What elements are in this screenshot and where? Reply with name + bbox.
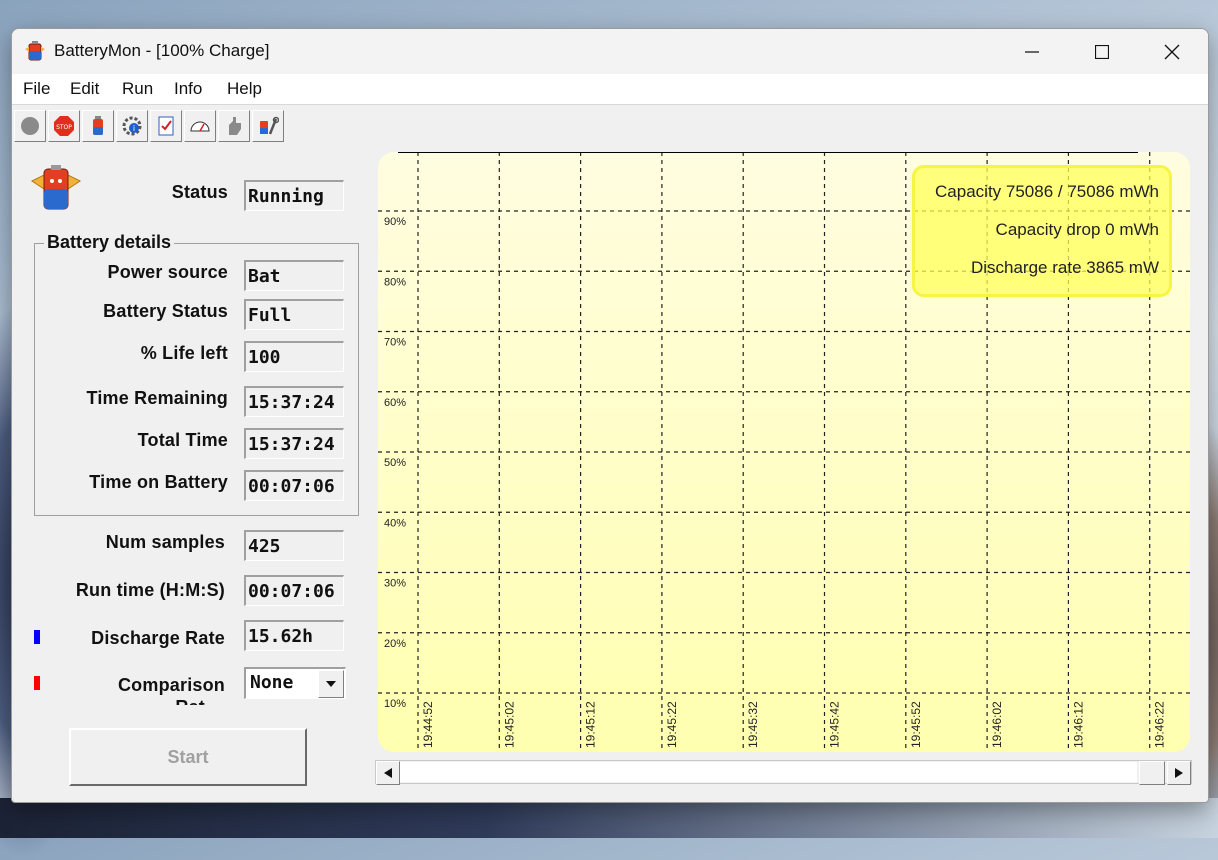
maximize-icon xyxy=(1095,44,1109,59)
menu-run[interactable]: Run xyxy=(122,79,153,99)
stop-circle-icon xyxy=(21,117,39,135)
status-value: Running xyxy=(244,180,344,211)
toolbar-checklist-button[interactable] xyxy=(150,110,182,142)
x-tick-label: 19:45:42 xyxy=(828,701,842,748)
chevron-down-icon xyxy=(326,681,336,687)
toolbar-stop-circle-button[interactable] xyxy=(14,110,46,142)
run-time-label: Run time (H:M:S) xyxy=(75,580,225,600)
x-tick-label: 19:46:12 xyxy=(1071,701,1085,748)
time-on-battery-label: Time on Battery xyxy=(89,472,228,492)
title-bar[interactable]: BatteryMon - [100% Charge] xyxy=(12,29,1208,74)
y-tick-label: 50% xyxy=(384,457,406,469)
y-tick-label: 10% xyxy=(384,698,406,710)
battery-logo-icon xyxy=(28,163,84,218)
num-samples-label: Num samples xyxy=(105,532,225,552)
x-tick-label: 19:44:52 xyxy=(421,701,435,748)
window-title: BatteryMon - [100% Charge] xyxy=(54,41,270,60)
battery-details-title: Battery details xyxy=(44,232,175,253)
toolbar: STOP i xyxy=(12,108,1208,142)
discharge-rate-legend: Discharge rate 3865 mW xyxy=(970,258,1159,277)
y-tick-label: 90% xyxy=(384,216,406,228)
menu-edit[interactable]: Edit xyxy=(70,79,99,99)
x-tick-label: 19:45:52 xyxy=(909,701,923,748)
menu-help[interactable]: Help xyxy=(227,79,262,99)
discharge-rate-label: Discharge Rate xyxy=(91,628,225,648)
x-tick-label: 19:45:12 xyxy=(584,701,598,748)
toolbar-hand-button[interactable] xyxy=(218,110,250,142)
desktop-wallpaper-bottom xyxy=(0,798,1218,838)
y-tick-label: 30% xyxy=(384,578,406,590)
y-tick-label: 60% xyxy=(384,397,406,409)
minimize-icon xyxy=(1025,50,1039,53)
run-time-value: 00:07:06 xyxy=(244,575,344,606)
batterymon-window: BatteryMon - [100% Charge] File Edit Run… xyxy=(11,28,1209,803)
power-source-label: Power source xyxy=(107,262,228,282)
life-left-value: 100 xyxy=(244,341,344,372)
status-label: Status xyxy=(171,182,228,202)
menu-file[interactable]: File xyxy=(23,79,50,99)
svg-text:STOP: STOP xyxy=(56,124,72,131)
scroll-left-button[interactable] xyxy=(376,761,400,785)
minimize-button[interactable] xyxy=(997,29,1067,74)
capacity-legend: Capacity 75086 / 75086 mWh xyxy=(935,182,1159,201)
time-remaining-value: 15:37:24 xyxy=(244,386,344,417)
toolbar-battery-button[interactable] xyxy=(82,110,114,142)
num-samples-value: 425 xyxy=(244,530,344,561)
checklist-icon xyxy=(158,116,174,136)
arrow-left-icon xyxy=(384,768,392,778)
comparison-label: Comparison xyxy=(117,675,225,695)
dropdown-arrow-button[interactable] xyxy=(318,670,344,698)
x-tick-label: 19:46:02 xyxy=(990,701,1004,748)
toolbar-gauge-button[interactable] xyxy=(184,110,216,142)
x-tick-label: 19:45:22 xyxy=(665,701,679,748)
battery-status-label: Battery Status xyxy=(103,301,228,321)
x-tick-label: 19:45:02 xyxy=(502,701,516,748)
time-on-battery-value: 00:07:06 xyxy=(244,470,344,501)
maximize-button[interactable] xyxy=(1067,29,1137,74)
scroll-track[interactable] xyxy=(400,762,1137,782)
battery-app-icon xyxy=(24,40,46,62)
tools-icon xyxy=(260,116,279,135)
svg-text:i: i xyxy=(133,124,135,133)
discharge-rate-value: 15.62h xyxy=(244,620,344,651)
battery-status-value: Full xyxy=(244,299,344,330)
menu-info[interactable]: Info xyxy=(174,79,202,99)
chart-legend-box: Capacity 75086 / 75086 mWh Capacity drop… xyxy=(912,165,1172,297)
scroll-right-button[interactable] xyxy=(1167,761,1191,785)
x-tick-label: 19:45:32 xyxy=(746,701,760,748)
capacity-drop-legend: Capacity drop 0 mWh xyxy=(995,220,1159,239)
y-tick-label: 70% xyxy=(384,337,406,349)
arrow-right-icon xyxy=(1175,768,1183,778)
y-tick-label: 80% xyxy=(384,276,406,288)
life-left-label: % Life left xyxy=(140,343,228,363)
total-time-label: Total Time xyxy=(137,430,228,450)
menu-bar: File Edit Run Info Help xyxy=(12,74,1208,105)
battery-icon xyxy=(93,116,103,135)
power-source-value: Bat xyxy=(244,260,344,291)
battery-chart: 90% 80% 70% 60% 50% 40% 30% 20% 10% 19:44:52 19:45… xyxy=(378,152,1190,752)
stop-sign-icon: STOP xyxy=(54,116,74,136)
y-tick-label: 40% xyxy=(384,517,406,529)
comparison-label-clip: Comparison Rat xyxy=(32,675,225,705)
total-time-value: 15:37:24 xyxy=(244,428,344,459)
scroll-thumb[interactable] xyxy=(1139,761,1165,785)
toolbar-settings-button[interactable]: i xyxy=(116,110,148,142)
time-remaining-label: Time Remaining xyxy=(86,388,228,408)
gauge-icon xyxy=(190,121,210,132)
toolbar-stop-button[interactable]: STOP xyxy=(48,110,80,142)
comparison-select-value: None xyxy=(250,672,294,693)
hand-icon xyxy=(229,117,241,135)
close-button[interactable] xyxy=(1137,29,1207,74)
comparison-label-overflow: Rat xyxy=(32,697,225,705)
gear-info-icon: i xyxy=(122,116,142,136)
comparison-select[interactable]: None xyxy=(244,667,346,699)
close-icon xyxy=(1164,44,1180,59)
x-tick-label: 19:46:22 xyxy=(1153,701,1167,748)
chart-horizontal-scrollbar[interactable] xyxy=(375,760,1192,785)
toolbar-tools-button[interactable] xyxy=(252,110,284,142)
y-tick-label: 20% xyxy=(384,638,406,650)
start-button[interactable]: Start xyxy=(69,728,307,786)
